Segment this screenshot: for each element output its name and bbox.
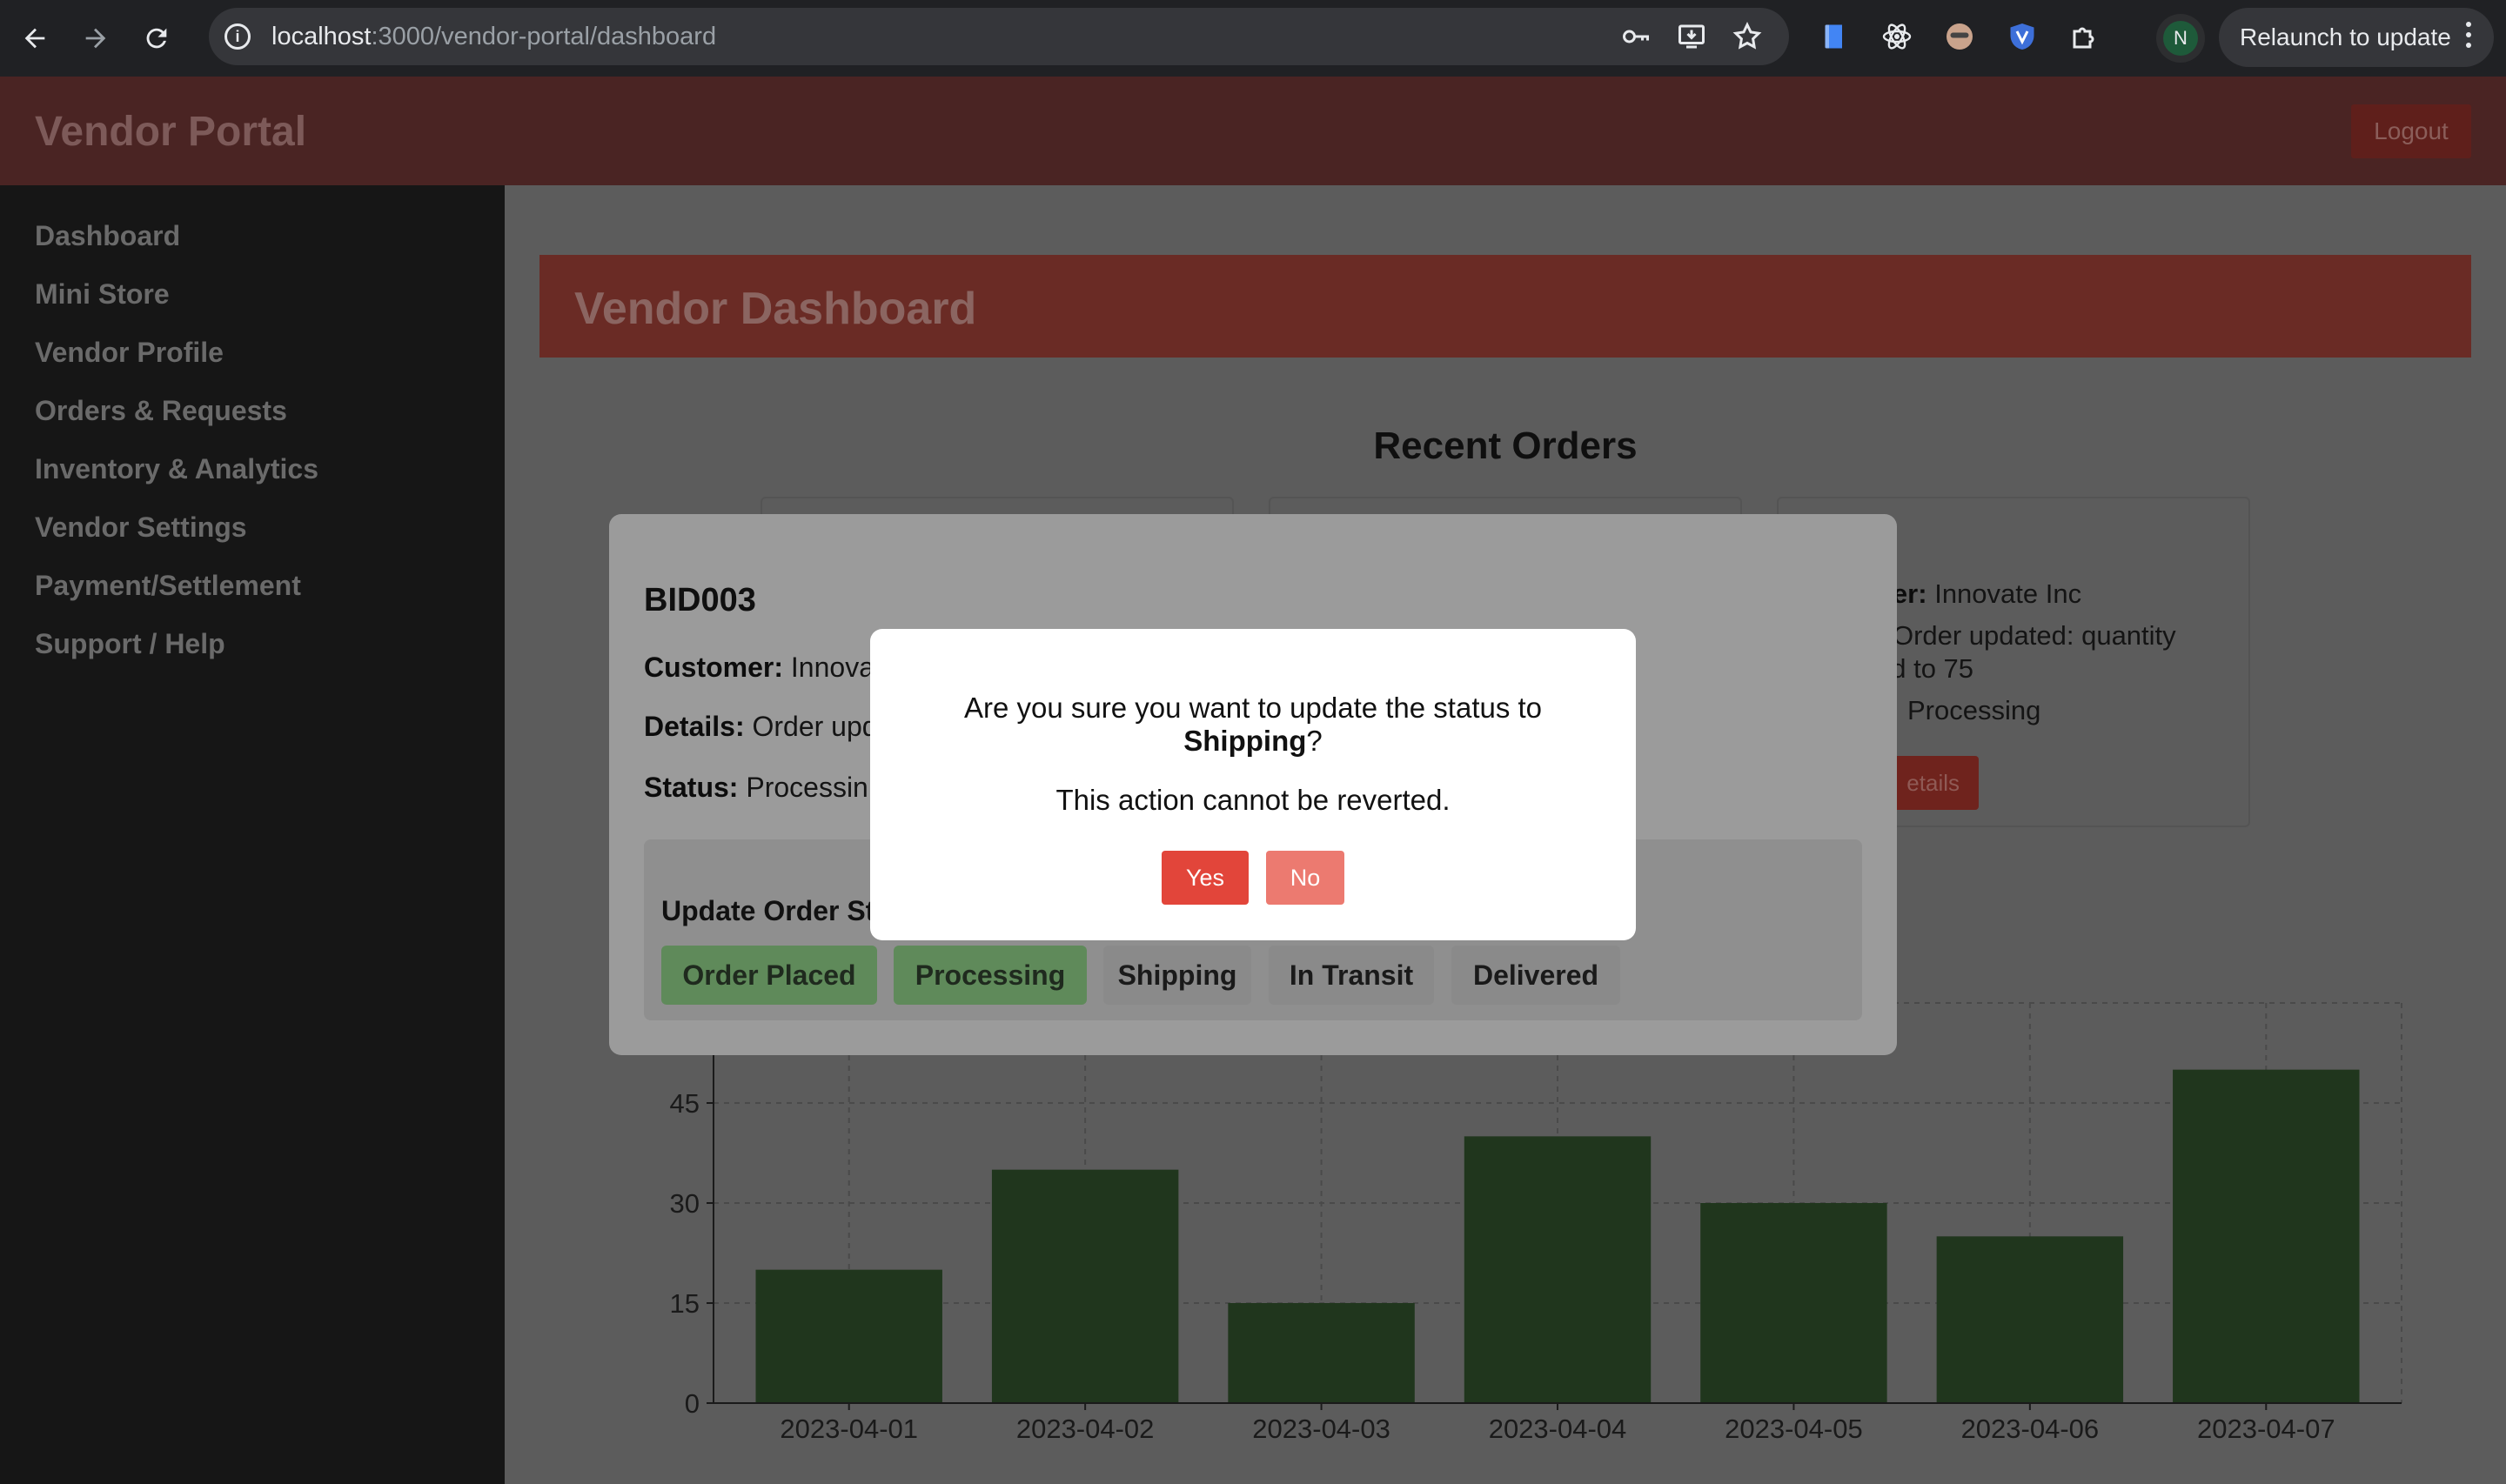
details-value: Order updated: quantity — [1892, 620, 2176, 651]
x-tick-label: 2023-04-07 — [2197, 1414, 2335, 1444]
profile-button[interactable]: N — [2156, 14, 2205, 63]
page-title: Vendor Dashboard — [574, 284, 977, 334]
back-icon — [24, 28, 45, 49]
y-tick-label: 0 — [685, 1388, 700, 1419]
modal-status-value: Processin — [746, 772, 868, 803]
modal-details-label: Details: — [644, 711, 745, 742]
sidebar-item-mini-store[interactable]: Mini Store — [35, 278, 170, 311]
modal-order-id: BID003 — [644, 582, 756, 618]
confirm-target-status: Shipping — [1183, 725, 1307, 757]
x-tick-label: 2023-04-02 — [1016, 1414, 1155, 1444]
chart-bar — [991, 1169, 1179, 1403]
status-in-transit-button[interactable]: In Transit — [1269, 946, 1434, 1005]
x-tick-label: 2023-04-04 — [1489, 1414, 1627, 1444]
customer-value: Innovate Inc — [1934, 578, 2082, 609]
x-tick-label: 2023-04-05 — [1725, 1414, 1863, 1444]
recent-orders-title: Recent Orders — [1373, 424, 1638, 467]
y-tick-label: 30 — [670, 1188, 700, 1219]
bookmark-star-icon[interactable] — [1732, 21, 1763, 52]
app-title: Vendor Portal — [35, 109, 307, 155]
x-tick-label: 2023-04-03 — [1252, 1414, 1390, 1444]
sidebar-item-dashboard[interactable]: Dashboard — [35, 220, 180, 252]
chart-bar — [1700, 1203, 1887, 1403]
confirm-target: Shipping? — [870, 725, 1636, 758]
modal-customer-value: Innova — [790, 652, 874, 683]
sidebar-item-vendor-profile[interactable]: Vendor Profile — [35, 337, 224, 369]
sidebar-item-support-help[interactable]: Support / Help — [35, 628, 225, 660]
extension-avatar-icon — [1947, 23, 1973, 50]
status-processing-button[interactable]: Processing — [894, 946, 1087, 1005]
sidebar-item-orders-requests[interactable]: Orders & Requests — [35, 395, 287, 427]
site-info-icon[interactable]: i — [224, 23, 251, 50]
status-delivered-button[interactable]: Delivered — [1451, 946, 1620, 1005]
status-order-placed-button[interactable]: Order Placed — [661, 946, 877, 1005]
modal-details-value: Order upd — [752, 711, 878, 742]
install-app-icon[interactable] — [1676, 21, 1707, 52]
forward-icon — [85, 28, 106, 49]
address-bar[interactable]: i localhost:3000/vendor-portal/dashboard — [209, 8, 1789, 65]
more-menu-icon — [2466, 22, 2471, 53]
extensions-puzzle-icon — [2073, 27, 2094, 49]
forward-button[interactable] — [70, 12, 122, 64]
chart-bar — [1936, 1236, 2124, 1403]
no-button[interactable]: No — [1266, 851, 1344, 905]
back-button[interactable] — [9, 12, 61, 64]
yes-button[interactable]: Yes — [1162, 851, 1249, 905]
extension-react-button[interactable] — [1881, 21, 1913, 52]
sidebar-item-payment-settlement[interactable]: Payment/Settlement — [35, 570, 301, 602]
y-tick-label: 15 — [670, 1288, 700, 1319]
relaunch-button[interactable]: Relaunch to update — [2219, 8, 2494, 67]
modal-status-label: Status: — [644, 772, 739, 803]
confirm-question-mark: ? — [1306, 725, 1323, 757]
update-status-label: Update Order St — [661, 895, 875, 926]
extension-doc-button[interactable] — [1819, 21, 1850, 52]
chart-bar — [1464, 1136, 1652, 1403]
url-text[interactable]: localhost:3000/vendor-portal/dashboard — [271, 23, 716, 51]
y-tick-label: 45 — [670, 1088, 700, 1119]
confirm-warning: This action cannot be reverted. — [1055, 784, 1451, 816]
sidebar-item-inventory-analytics[interactable]: Inventory & Analytics — [35, 453, 318, 485]
relaunch-label: Relaunch to update — [2240, 23, 2451, 50]
confirm-dialog: Are you sure you want to update the stat… — [870, 629, 1636, 940]
extension-avatar-button[interactable] — [1944, 21, 1975, 52]
extension-doc-icon — [1825, 24, 1842, 49]
extension-shield-button[interactable] — [2007, 21, 2038, 52]
sidebar: Dashboard Mini Store Vendor Profile Orde… — [0, 185, 505, 1484]
extensions-menu-button[interactable] — [2069, 21, 2101, 52]
confirm-question: Are you sure you want to update the stat… — [963, 692, 1543, 724]
status-shipping-button[interactable]: Shipping — [1103, 946, 1251, 1005]
extensions-area — [1819, 10, 2101, 63]
status-value: Processing — [1907, 695, 2041, 725]
extension-react-icon — [1882, 23, 1912, 50]
chart-bar — [2173, 1069, 2360, 1403]
avatar: N — [2163, 21, 2198, 56]
password-key-icon[interactable] — [1620, 21, 1652, 52]
reload-button[interactable] — [131, 12, 183, 64]
x-tick-label: 2023-04-01 — [780, 1414, 918, 1444]
logout-button[interactable]: Logout — [2351, 104, 2471, 158]
app-header: Vendor Portal Logout — [0, 77, 2506, 185]
extension-shield-icon — [2010, 23, 2034, 50]
sidebar-item-vendor-settings[interactable]: Vendor Settings — [35, 511, 247, 544]
modal-customer-label: Customer: — [644, 652, 784, 683]
chart-bar — [755, 1269, 942, 1403]
dashboard-banner: Vendor Dashboard — [539, 255, 2471, 358]
reload-icon — [146, 28, 167, 49]
x-tick-label: 2023-04-06 — [1961, 1414, 2100, 1444]
chart-bar — [1228, 1303, 1415, 1403]
